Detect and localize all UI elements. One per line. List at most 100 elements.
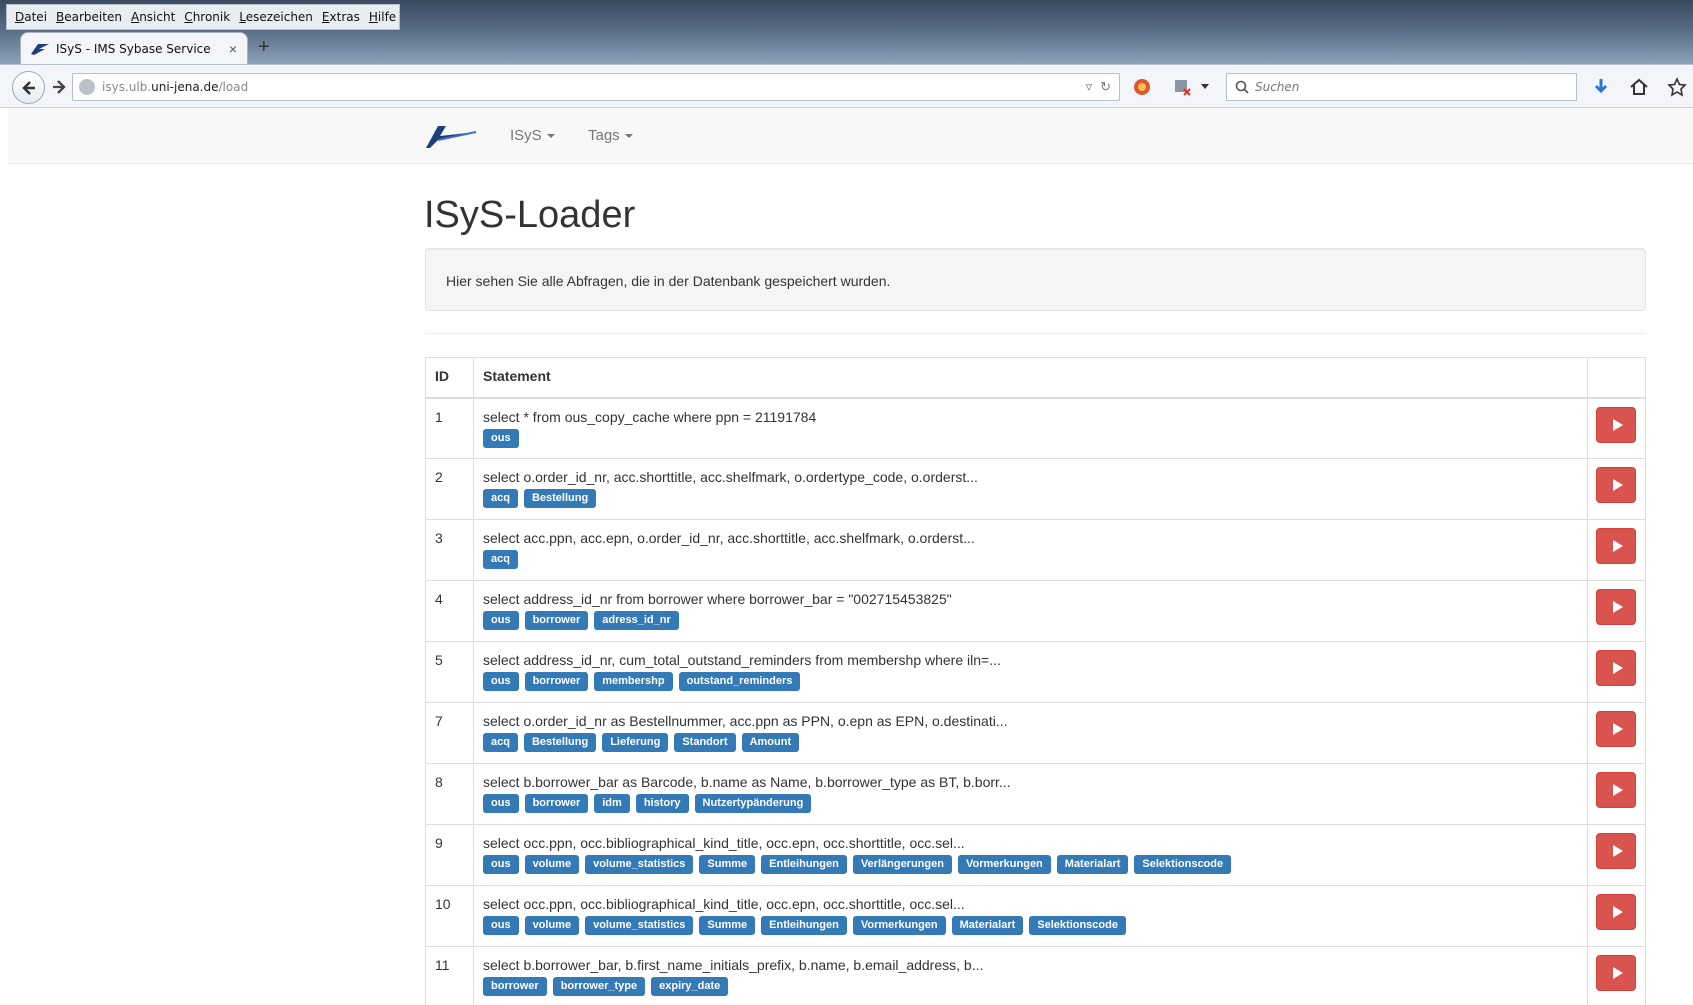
run-query-button[interactable] xyxy=(1596,650,1636,686)
tag-label[interactable]: volume xyxy=(524,855,580,874)
tag-label[interactable]: Selektionscode xyxy=(1029,916,1126,935)
tag-label[interactable]: membershp xyxy=(594,672,673,691)
tag-label[interactable]: ous xyxy=(483,794,519,813)
forward-button[interactable] xyxy=(49,77,69,97)
row-id: 10 xyxy=(425,885,474,947)
menu-datei[interactable]: Datei xyxy=(15,10,47,24)
tag-label[interactable]: outstand_reminders xyxy=(678,672,801,691)
run-query-button[interactable] xyxy=(1596,406,1636,443)
menu-bearbeiten[interactable]: Bearbeiten xyxy=(56,10,122,24)
search-input[interactable] xyxy=(1255,80,1555,94)
search-box[interactable] xyxy=(1226,73,1577,101)
table-row: 4 select address_id_nr from borrower wher… xyxy=(425,580,1646,642)
tag-label[interactable]: ous xyxy=(483,611,519,630)
run-query-button[interactable] xyxy=(1596,772,1636,808)
back-button[interactable] xyxy=(12,71,45,104)
tag-label[interactable]: Materialart xyxy=(1056,855,1129,874)
tag-label[interactable]: Selektionscode xyxy=(1134,855,1232,874)
tag-label[interactable]: borrower xyxy=(524,672,589,691)
isys-favicon-icon xyxy=(31,43,49,55)
tag-label[interactable]: Bestellung xyxy=(523,733,597,752)
tag-label[interactable]: Summe xyxy=(699,855,756,874)
table-header-row: ID Statement xyxy=(425,357,1646,399)
browser-toolbar: isys.ulb.uni-jena.de/load ▿ ↻ xyxy=(0,64,1693,108)
site-info-icon[interactable] xyxy=(79,79,95,95)
tag-label[interactable]: acq xyxy=(483,550,518,569)
tab-close-icon[interactable]: × xyxy=(229,41,237,57)
tag-label[interactable]: volume xyxy=(524,916,580,935)
tag-label[interactable]: acq xyxy=(483,489,518,508)
tag-label[interactable]: volume_statistics xyxy=(585,855,694,874)
run-query-button[interactable] xyxy=(1596,467,1636,503)
tag-label[interactable]: expiry_date xyxy=(651,977,729,996)
isys-logo-icon[interactable] xyxy=(424,122,478,150)
tag-label[interactable]: borrower xyxy=(483,977,547,996)
tag-label[interactable]: Entleihungen xyxy=(761,855,847,874)
row-statement-cell: select acc.ppn, acc.epn, o.order_id_nr, … xyxy=(473,519,1588,581)
url-bar[interactable]: isys.ulb.uni-jena.de/load ▿ ↻ xyxy=(72,73,1120,101)
table-row: 2 select o.order_id_nr, acc.shorttitle, a… xyxy=(425,458,1646,520)
adblock-icon[interactable] xyxy=(1132,77,1152,97)
tag-label[interactable]: ous xyxy=(483,672,519,691)
home-icon[interactable] xyxy=(1629,77,1649,97)
tab-title: ISyS - IMS Sybase Service xyxy=(56,41,211,56)
row-action-cell xyxy=(1587,824,1646,886)
run-query-button[interactable] xyxy=(1596,589,1636,625)
run-query-button[interactable] xyxy=(1596,711,1636,747)
menu-chronik[interactable]: Chronik xyxy=(184,10,230,24)
caret-down-icon xyxy=(546,134,555,139)
tag-label[interactable]: Verlängerungen xyxy=(852,855,952,874)
nav-dropdown-isys[interactable]: ISyS xyxy=(510,127,555,144)
tag-label[interactable]: borrower xyxy=(524,794,589,813)
menu-hilfe[interactable]: Hilfe xyxy=(369,10,396,24)
dropdown-history-icon[interactable]: ▿ xyxy=(1086,79,1093,95)
tag-label[interactable]: Entleihungen xyxy=(761,916,847,935)
statement-text: select occ.ppn, occ.bibliographical_kind… xyxy=(483,835,965,851)
menu-extras[interactable]: Extras xyxy=(322,10,360,24)
reload-icon[interactable]: ↻ xyxy=(1100,79,1111,95)
tag-label[interactable]: borrower_type xyxy=(552,977,646,996)
table-row: 9 select occ.ppn, occ.bibliographical_kin… xyxy=(425,824,1646,886)
tag-label[interactable]: Bestellung xyxy=(523,489,597,508)
tag-label[interactable]: volume_statistics xyxy=(585,916,694,935)
tag-label[interactable]: Amount xyxy=(741,733,800,752)
run-query-button[interactable] xyxy=(1596,528,1636,564)
run-query-button[interactable] xyxy=(1596,833,1636,869)
tag-label[interactable]: borrower xyxy=(524,611,589,630)
browser-tab-active[interactable]: ISyS - IMS Sybase Service × xyxy=(20,32,248,64)
tag-label[interactable]: Materialart xyxy=(951,916,1024,935)
tag-label[interactable]: idm xyxy=(594,794,630,813)
run-query-button[interactable] xyxy=(1596,955,1636,991)
row-id: 3 xyxy=(425,519,474,581)
new-tab-button[interactable]: + xyxy=(258,36,270,58)
play-icon xyxy=(1612,540,1623,552)
tag-label[interactable]: history xyxy=(635,794,689,813)
row-id: 5 xyxy=(425,641,474,703)
table-row: 7 select o.order_id_nr as Bestellnummer, … xyxy=(425,702,1646,764)
tag-label[interactable]: Vormerkungen xyxy=(852,916,946,935)
chevron-down-icon[interactable] xyxy=(1200,81,1210,91)
tag-label[interactable]: ous xyxy=(483,916,519,935)
menu-lesezeichen[interactable]: Lesezeichen xyxy=(239,10,313,24)
run-query-button[interactable] xyxy=(1596,894,1636,930)
row-statement-cell: select address_id_nr, cum_total_outstand… xyxy=(473,641,1588,703)
tag-label[interactable]: Vormerkungen xyxy=(957,855,1051,874)
menu-bar: Datei Bearbeiten Ansicht Chronik Lesezei… xyxy=(6,4,400,30)
table-row: 1 select * from ous_copy_cache where ppn … xyxy=(425,397,1646,459)
tag-label[interactable]: Summe xyxy=(699,916,756,935)
menu-ansicht[interactable]: Ansicht xyxy=(131,10,175,24)
downloads-icon[interactable] xyxy=(1591,77,1611,97)
nav-dropdown-tags[interactable]: Tags xyxy=(588,127,633,144)
tag-label[interactable]: ous xyxy=(483,428,519,448)
tag-label[interactable]: Nutzertypänderung xyxy=(694,794,812,813)
tag-label[interactable]: ous xyxy=(483,855,519,874)
play-icon xyxy=(1612,479,1623,491)
row-action-cell xyxy=(1587,946,1646,1005)
tag-label[interactable]: acq xyxy=(483,733,518,752)
bookmark-star-icon[interactable] xyxy=(1667,77,1687,97)
statement-text: select address_id_nr, cum_total_outstand… xyxy=(483,652,1001,668)
tag-label[interactable]: Standort xyxy=(674,733,736,752)
tag-label[interactable]: Lieferung xyxy=(602,733,669,752)
tag-label[interactable]: adress_id_nr xyxy=(594,611,679,630)
download-blocked-icon[interactable] xyxy=(1172,77,1192,97)
